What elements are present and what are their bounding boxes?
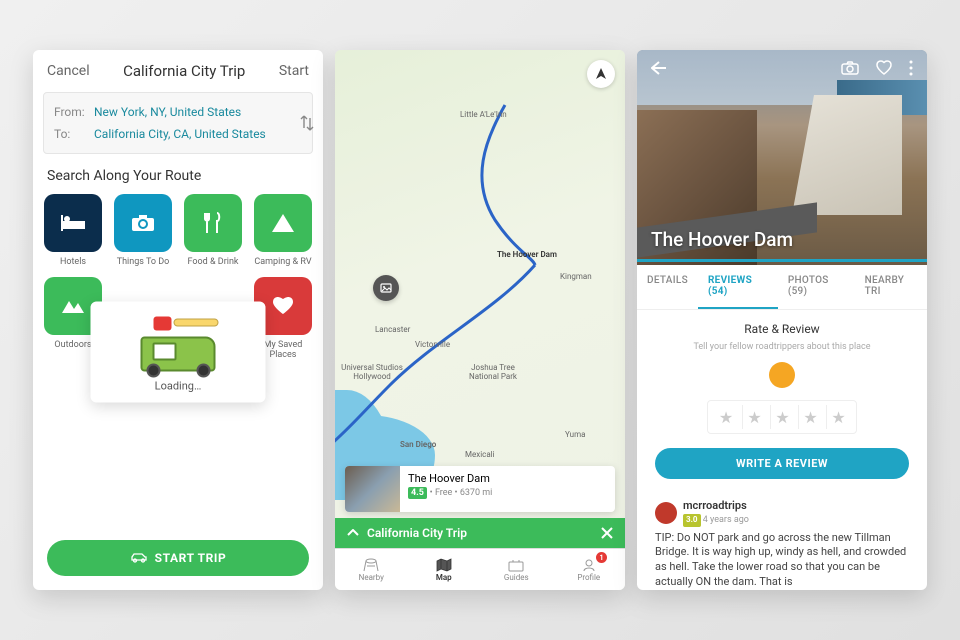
bottom-tabbar: Nearby Map Guides Profile 1: [335, 548, 625, 590]
map-label-kingman: Kingman: [560, 272, 592, 281]
map-label-universal[interactable]: Universal Studios Hollywood: [337, 363, 407, 381]
category-label: Outdoors: [54, 340, 91, 350]
profile-badge: 1: [596, 552, 607, 563]
user-avatar: [769, 362, 795, 388]
review-rating: 3.0: [683, 514, 701, 527]
screen-trip-planner: Cancel California City Trip Start From: …: [33, 50, 323, 590]
category-label: Food & Drink: [188, 257, 239, 267]
back-icon[interactable]: [651, 61, 667, 75]
tab-nearby[interactable]: Nearby: [335, 549, 408, 590]
map-label-mexicali: Mexicali: [465, 450, 495, 459]
map-label-ale-inn[interactable]: Little A'Le'Inn: [460, 110, 507, 119]
category-label: Hotels: [60, 257, 86, 267]
category-label: Camping & RV: [254, 257, 311, 267]
chevron-up-icon: [347, 529, 359, 537]
screen-map: Little A'Le'Inn The Hoover Dam Lancaster…: [335, 50, 625, 590]
category-camping-&-rv[interactable]: Camping & RV: [253, 194, 313, 267]
to-input[interactable]: California City, CA, United States: [94, 127, 266, 141]
rate-subtext: Tell your fellow roadtrippers about this…: [693, 342, 870, 352]
star-icon[interactable]: ★: [770, 405, 794, 429]
review-text: TIP: Do NOT park and go across the new T…: [655, 531, 909, 590]
start-trip-label: START TRIP: [155, 551, 227, 565]
camera-icon: [114, 194, 172, 252]
from-label: From:: [54, 105, 88, 119]
tent-icon: [254, 194, 312, 252]
detail-tabs: DETAILS REVIEWS (54) PHOTOS (59) NEARBY …: [637, 265, 927, 310]
start-trip-button[interactable]: START TRIP: [47, 540, 309, 576]
tab-photos[interactable]: PHOTOS (59): [778, 265, 855, 309]
tab-details[interactable]: DETAILS: [637, 265, 698, 309]
close-icon[interactable]: [601, 527, 613, 539]
heart-icon[interactable]: [875, 60, 893, 76]
star-icon[interactable]: ★: [798, 405, 822, 429]
poi-title: The Hoover Dam: [408, 472, 492, 485]
poi-card[interactable]: The Hoover Dam 4.5 • Free • 6370 mi: [345, 466, 615, 512]
star-rating-input[interactable]: ★ ★ ★ ★ ★: [707, 400, 857, 434]
reviewer-avatar: [655, 502, 677, 524]
map-label-yuma: Yuma: [565, 430, 585, 439]
camera-icon[interactable]: [841, 61, 859, 75]
tab-reviews[interactable]: REVIEWS (54): [698, 265, 778, 309]
swap-icon[interactable]: [300, 114, 314, 132]
start-button[interactable]: Start: [279, 63, 309, 79]
reviewer-name[interactable]: mcrroadtrips: [683, 499, 749, 514]
food-icon: [184, 194, 242, 252]
star-icon[interactable]: ★: [714, 405, 738, 429]
search-heading: Search Along Your Route: [33, 154, 323, 194]
to-label: To:: [54, 127, 88, 141]
rate-heading: Rate & Review: [744, 322, 819, 336]
van-illustration: [118, 317, 238, 372]
write-review-button[interactable]: WRITE A REVIEW: [655, 448, 909, 479]
tab-profile[interactable]: Profile 1: [553, 549, 626, 590]
trip-title: California City Trip: [123, 62, 245, 80]
tab-guides[interactable]: Guides: [480, 549, 553, 590]
star-icon[interactable]: ★: [742, 405, 766, 429]
poi-meta: • Free • 6370 mi: [430, 488, 493, 498]
tab-map[interactable]: Map: [408, 549, 481, 590]
tab-nearby-trips[interactable]: NEARBY TRI: [855, 265, 927, 309]
map-label-joshua[interactable]: Joshua Tree National Park: [463, 363, 523, 381]
category-food-&-drink[interactable]: Food & Drink: [183, 194, 243, 267]
screen-place-detail: The Hoover Dam DETAILS REVIEWS (54) PHOT…: [637, 50, 927, 590]
place-title: The Hoover Dam: [651, 228, 793, 251]
cancel-button[interactable]: Cancel: [47, 63, 90, 79]
loading-modal: Loading…: [91, 302, 266, 403]
route-box: From: New York, NY, United States To: Ca…: [43, 92, 313, 154]
more-icon[interactable]: [909, 60, 913, 76]
map-label-lancaster: Lancaster: [375, 325, 410, 334]
category-things-to-do[interactable]: Things To Do: [113, 194, 173, 267]
from-input[interactable]: New York, NY, United States: [94, 105, 241, 119]
category-hotels[interactable]: Hotels: [43, 194, 103, 267]
map-label-victorville: Victorville: [415, 340, 450, 349]
poi-rating: 4.5: [408, 487, 427, 499]
hero-image: The Hoover Dam: [637, 50, 927, 265]
review-time: 4 years ago: [703, 515, 749, 525]
compass-button[interactable]: [587, 60, 615, 88]
category-label: Things To Do: [117, 257, 170, 267]
map-label-hoover[interactable]: The Hoover Dam: [497, 250, 557, 259]
trip-bar[interactable]: California City Trip: [335, 518, 625, 548]
star-icon[interactable]: ★: [826, 405, 850, 429]
map-label-sandiego: San Diego: [400, 440, 436, 449]
photo-poi-button[interactable]: [373, 275, 399, 301]
review-item: mcrroadtrips 3.0 4 years ago TIP: Do NOT…: [637, 491, 927, 590]
tripbar-title: California City Trip: [367, 526, 467, 540]
car-icon: [130, 552, 148, 564]
bed-icon: [44, 194, 102, 252]
poi-thumb: [345, 466, 400, 512]
loading-text: Loading…: [155, 380, 202, 393]
